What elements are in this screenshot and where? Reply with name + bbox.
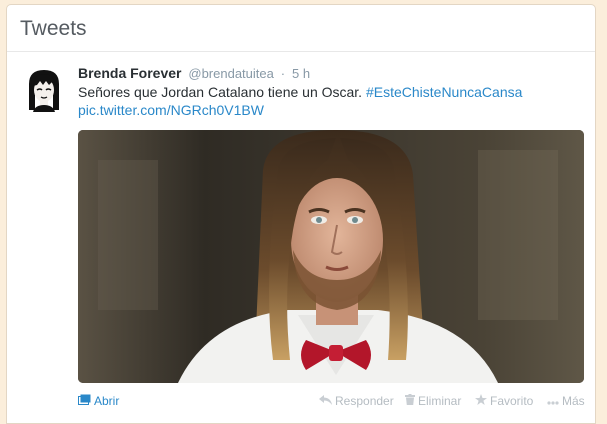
open-media-button[interactable]: Abrir xyxy=(78,394,119,408)
tweet-header: Brenda Forever @brendatuitea · 5 h xyxy=(78,65,310,81)
star-icon xyxy=(475,394,487,408)
delete-label: Eliminar xyxy=(418,394,462,408)
photo-illustration xyxy=(78,130,584,383)
favorite-label: Favorito xyxy=(490,394,534,408)
panel-title: Tweets xyxy=(20,17,87,40)
tweet-separator: · xyxy=(280,66,286,81)
avatar-illustration xyxy=(21,66,67,112)
hashtag-link[interactable]: #EsteChisteNuncaCansa xyxy=(366,84,522,100)
favorite-button[interactable]: Favorito xyxy=(475,394,533,408)
tweet[interactable]: Brenda Forever @brendatuitea · 5 h Señor… xyxy=(7,52,595,423)
tweet-text: Señores que Jordan Catalano tiene un Osc… xyxy=(78,83,578,119)
open-label: Abrir xyxy=(94,394,120,408)
media-link[interactable]: pic.twitter.com/NGRch0V1BW xyxy=(78,102,264,118)
more-dots-icon xyxy=(547,394,559,408)
tweet-fullname[interactable]: Brenda Forever xyxy=(78,65,181,81)
reply-icon xyxy=(319,394,332,408)
more-label: Más xyxy=(562,394,585,408)
more-button[interactable]: Más xyxy=(547,394,585,408)
reply-button[interactable]: Responder xyxy=(319,394,394,408)
tweet-media-photo[interactable] xyxy=(78,130,584,383)
trash-icon xyxy=(405,394,415,408)
tweet-body: Señores que Jordan Catalano tiene un Osc… xyxy=(78,84,363,100)
tweets-panel: Tweets Brenda Forever @brendatuitea · 5 … xyxy=(6,4,596,424)
tweet-timestamp[interactable]: 5 h xyxy=(292,66,310,81)
tweet-actions: Abrir Responder Eliminar Favorito Más xyxy=(78,394,588,414)
avatar[interactable] xyxy=(21,66,67,112)
media-open-icon xyxy=(78,394,91,408)
panel-header: Tweets xyxy=(7,5,595,52)
tweet-username[interactable]: @brendatuitea xyxy=(188,66,273,81)
delete-button[interactable]: Eliminar xyxy=(405,394,461,408)
reply-label: Responder xyxy=(335,394,394,408)
